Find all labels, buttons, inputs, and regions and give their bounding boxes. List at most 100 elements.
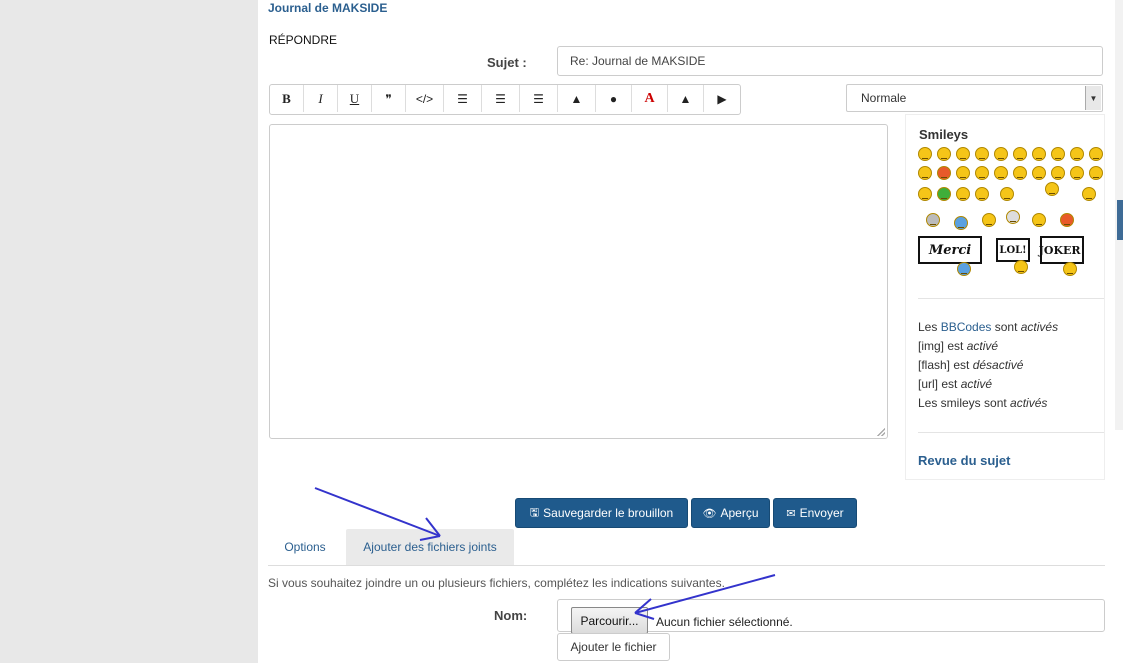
- smiley-icon[interactable]: [956, 187, 970, 201]
- list-item-icon: ☰: [533, 91, 544, 106]
- tab-attachments[interactable]: Ajouter des fichiers joints: [346, 529, 514, 565]
- img-status: [img] est activé: [918, 339, 998, 353]
- bullet-list-button[interactable]: ☰: [482, 85, 520, 112]
- eye-icon: 👁: [702, 507, 717, 520]
- warning-icon: ▲: [679, 91, 692, 106]
- chevron-down-icon[interactable]: ▼: [1085, 86, 1101, 110]
- font-color-button[interactable]: A: [632, 85, 668, 112]
- bbcodes-link[interactable]: BBCodes: [941, 320, 992, 334]
- smiley-icon[interactable]: [1013, 166, 1027, 180]
- tabs-divider: [268, 565, 1105, 566]
- italic-button[interactable]: I: [304, 85, 338, 112]
- smiley-icon[interactable]: [982, 213, 996, 227]
- warning-button[interactable]: ▲: [668, 85, 704, 112]
- save-draft-button[interactable]: 🖫 Sauvegarder le brouillon: [515, 498, 688, 528]
- message-textarea[interactable]: [269, 124, 888, 439]
- smiley-icon[interactable]: [918, 147, 932, 161]
- preview-button[interactable]: 👁 Aperçu: [691, 498, 770, 528]
- smiley-icon[interactable]: [918, 166, 932, 180]
- smiley-icon[interactable]: [975, 187, 989, 201]
- font-size-value: Normale: [861, 91, 907, 105]
- joker-sign[interactable]: JOKER!: [1038, 236, 1086, 264]
- list-item-button[interactable]: ☰: [520, 85, 558, 112]
- smiley-icon[interactable]: [1006, 210, 1020, 224]
- preview-label: Aperçu: [720, 506, 759, 520]
- send-label: Envoyer: [799, 506, 844, 520]
- envelope-icon: ✉: [786, 507, 796, 520]
- underline-button[interactable]: U: [338, 85, 372, 112]
- flash-status-value: désactivé: [972, 358, 1024, 372]
- joker-sign-label: JOKER!: [1038, 243, 1086, 257]
- smiley-icon[interactable]: [1013, 147, 1027, 161]
- smiley-icon[interactable]: [1032, 213, 1046, 227]
- smiley-icon[interactable]: [1045, 182, 1059, 196]
- journal-title[interactable]: Journal de MAKSIDE: [268, 1, 387, 15]
- smiley-icon[interactable]: [937, 147, 951, 161]
- youtube-button[interactable]: ▶: [704, 85, 740, 112]
- code-icon: </>: [415, 91, 434, 106]
- quote-button[interactable]: ❞: [372, 85, 406, 112]
- font-size-select[interactable]: Normale ▼: [846, 84, 1103, 112]
- smiley-icon[interactable]: [956, 147, 970, 161]
- flash-status: [flash] est désactivé: [918, 358, 1023, 372]
- add-file-button[interactable]: Ajouter le fichier: [557, 633, 670, 661]
- smileys-text: Les smileys sont: [918, 396, 1011, 410]
- smiley-icon[interactable]: [1032, 166, 1046, 180]
- smiley-icon[interactable]: [1000, 187, 1014, 201]
- bbcode-status-value: activés: [1020, 320, 1059, 334]
- subject-input[interactable]: Re: Journal de MAKSIDE: [557, 46, 1103, 76]
- smiley-icon[interactable]: [975, 147, 989, 161]
- right-scrollbar[interactable]: [1115, 0, 1123, 430]
- smiley-icon[interactable]: [1032, 147, 1046, 161]
- smiley-icon[interactable]: [937, 166, 951, 180]
- quote-icon: ❞: [385, 91, 392, 106]
- smiley-icon[interactable]: [926, 213, 940, 227]
- no-file-selected: Aucun fichier sélectionné.: [656, 615, 793, 629]
- smiley-icon[interactable]: [1070, 166, 1084, 180]
- bbcode-text: sont: [991, 320, 1021, 334]
- sidebar-divider: [918, 298, 1104, 299]
- resize-grip-icon[interactable]: [877, 428, 885, 436]
- smiley-icon[interactable]: [1051, 147, 1065, 161]
- bold-button[interactable]: B: [270, 85, 304, 112]
- url-status-value: activé: [960, 377, 993, 391]
- merci-sign-label: Merci: [928, 242, 972, 258]
- save-draft-label: Sauvegarder le brouillon: [543, 506, 674, 520]
- smileys-status: Les smileys sont activés: [918, 396, 1047, 410]
- lol-sign[interactable]: LOL!: [996, 238, 1030, 262]
- revue-du-sujet-link[interactable]: Revue du sujet: [918, 453, 1010, 468]
- smiley-icon[interactable]: [957, 262, 971, 276]
- file-name-label: Nom:: [494, 608, 528, 623]
- tab-options[interactable]: Options: [270, 529, 340, 565]
- smiley-icon[interactable]: [1089, 147, 1103, 161]
- smiley-icon[interactable]: [1082, 187, 1096, 201]
- sidebar-divider: [918, 432, 1104, 433]
- smiley-icon[interactable]: [1060, 213, 1074, 227]
- list-button[interactable]: ☰: [444, 85, 482, 112]
- send-button[interactable]: ✉ Envoyer: [773, 498, 857, 528]
- smileys-status-value: activés: [1010, 396, 1048, 410]
- reply-title: RÉPONDRE: [269, 33, 338, 47]
- smiley-icon[interactable]: [1051, 166, 1065, 180]
- img-text: [img] est: [918, 339, 967, 353]
- url-button[interactable]: ●: [596, 85, 632, 112]
- font-color-icon: A: [644, 90, 655, 106]
- smiley-icon[interactable]: [1063, 262, 1077, 276]
- smiley-icon[interactable]: [937, 187, 951, 201]
- merci-sign[interactable]: Merci: [918, 236, 982, 264]
- smiley-icon[interactable]: [954, 216, 968, 230]
- smiley-icon[interactable]: [918, 187, 932, 201]
- smiley-icon[interactable]: [1089, 166, 1103, 180]
- smiley-icon[interactable]: [994, 166, 1008, 180]
- image-button[interactable]: ▲: [558, 85, 596, 112]
- browse-button[interactable]: Parcourir...: [571, 607, 648, 634]
- smiley-icon[interactable]: [956, 166, 970, 180]
- smiley-icon[interactable]: [994, 147, 1008, 161]
- code-button[interactable]: </>: [406, 85, 444, 112]
- smiley-icon[interactable]: [975, 166, 989, 180]
- attachments-info: Si vous souhaitez joindre un ou plusieur…: [268, 576, 725, 590]
- editor-toolbar: B I U ❞ </> ☰ ☰ ☰ ▲ ● A ▲ ▶: [269, 84, 741, 115]
- smiley-icon[interactable]: [1070, 147, 1084, 161]
- bullet-list-icon: ☰: [495, 91, 506, 106]
- smiley-icon[interactable]: [1014, 260, 1028, 274]
